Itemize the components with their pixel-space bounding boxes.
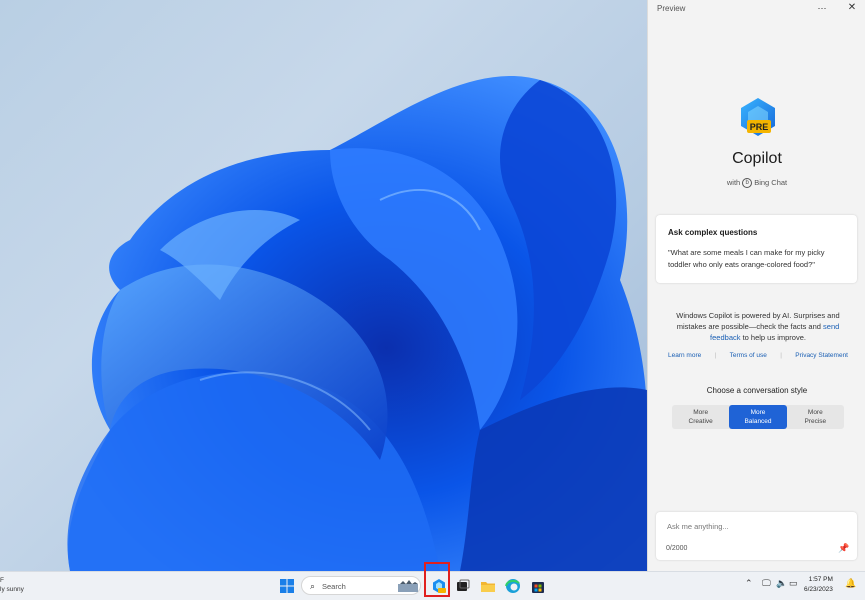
style-label-line2: Balanced [744, 418, 772, 425]
chat-input[interactable] [665, 519, 849, 533]
microsoft-store-icon[interactable] [530, 578, 546, 594]
desktop-wallpaper [0, 0, 647, 571]
style-label-line2: Creative [688, 418, 713, 425]
bloom-wallpaper-art [67, 76, 647, 571]
style-label-line2: Precise [804, 418, 827, 425]
suggestion-card-title: Ask complex questions [668, 228, 758, 237]
pane-title: Preview [657, 4, 686, 13]
conversation-style-selector: More Creative More Balanced More Precise [672, 405, 844, 429]
logo-badge: PRE [750, 122, 769, 132]
bing-icon: b [742, 178, 753, 189]
copilot-logo: PRE [741, 98, 775, 136]
system-clock[interactable]: 1:57 PM 6/23/2023 [804, 575, 833, 595]
volume-icon[interactable]: 🔈 [776, 578, 787, 589]
terms-of-use-link[interactable]: Terms of use [730, 352, 767, 359]
privacy-statement-link[interactable]: Privacy Statement [795, 352, 848, 359]
weather-temp: F [0, 577, 4, 584]
style-more-creative-button[interactable]: More Creative [672, 405, 729, 429]
chevron-up-icon[interactable]: ⌃ [745, 578, 753, 589]
style-label-line1: More [750, 409, 766, 416]
file-explorer-icon[interactable] [480, 578, 496, 594]
disclaimer-tail: to help us improve. [740, 333, 806, 342]
link-divider: | [714, 352, 717, 359]
edge-browser-icon[interactable] [505, 578, 521, 594]
taskbar-search-box[interactable]: ⌕ Search [301, 576, 421, 595]
task-view-icon[interactable] [455, 578, 471, 594]
pin-icon[interactable]: 📌 [838, 543, 849, 554]
bing-brand: Bing Chat [754, 178, 788, 187]
search-icon: ⌕ [310, 581, 316, 591]
weather-condition: ly sunny [0, 586, 24, 593]
battery-icon[interactable]: ▭ [789, 578, 798, 589]
ellipsis-icon[interactable]: ⋯ [815, 1, 829, 15]
suggestion-card-text: "What are some meals I can make for my p… [668, 248, 825, 269]
search-highlight-art [398, 580, 418, 592]
learn-more-link[interactable]: Learn more [668, 352, 701, 359]
suggestion-card[interactable]: Ask complex questions "What are some mea… [656, 215, 857, 283]
network-icon[interactable]: 🖵 [762, 578, 771, 589]
app-title: Copilot [732, 150, 782, 167]
with-prefix: with [726, 178, 741, 187]
weather-widget[interactable]: F ly sunny [0, 576, 24, 594]
clock-time: 1:57 PM [808, 576, 833, 583]
windows-start-icon[interactable] [279, 578, 295, 594]
style-label-line1: More [693, 409, 709, 416]
notification-bell-icon[interactable]: 🔔 [845, 578, 856, 589]
style-more-precise-button[interactable]: More Precise [787, 405, 844, 429]
copilot-pane: Preview ⋯ ✕ PRE Copilot with b Bing Chat A… [647, 0, 865, 571]
link-divider: | [780, 352, 782, 359]
conversation-style-title: Choose a conversation style [706, 386, 808, 395]
with-bing-line: with b Bing Chat [648, 178, 865, 189]
close-icon[interactable]: ✕ [845, 1, 859, 15]
style-more-balanced-button[interactable]: More Balanced [729, 405, 787, 429]
ai-disclaimer: Windows Copilot is powered by AI. Surpri… [664, 310, 852, 343]
chat-input-box: 0/2000 📌 [656, 512, 857, 560]
style-label-line1: More [807, 409, 823, 416]
footer-links: Learn more | Terms of use | Privacy Stat… [668, 352, 848, 359]
character-counter: 0/2000 [666, 545, 688, 552]
search-placeholder: Search [322, 582, 346, 591]
copilot-icon-highlight-box [424, 562, 450, 597]
clock-date: 6/23/2023 [804, 586, 833, 593]
disclaimer-text: Windows Copilot is powered by AI. Surpri… [676, 311, 840, 331]
